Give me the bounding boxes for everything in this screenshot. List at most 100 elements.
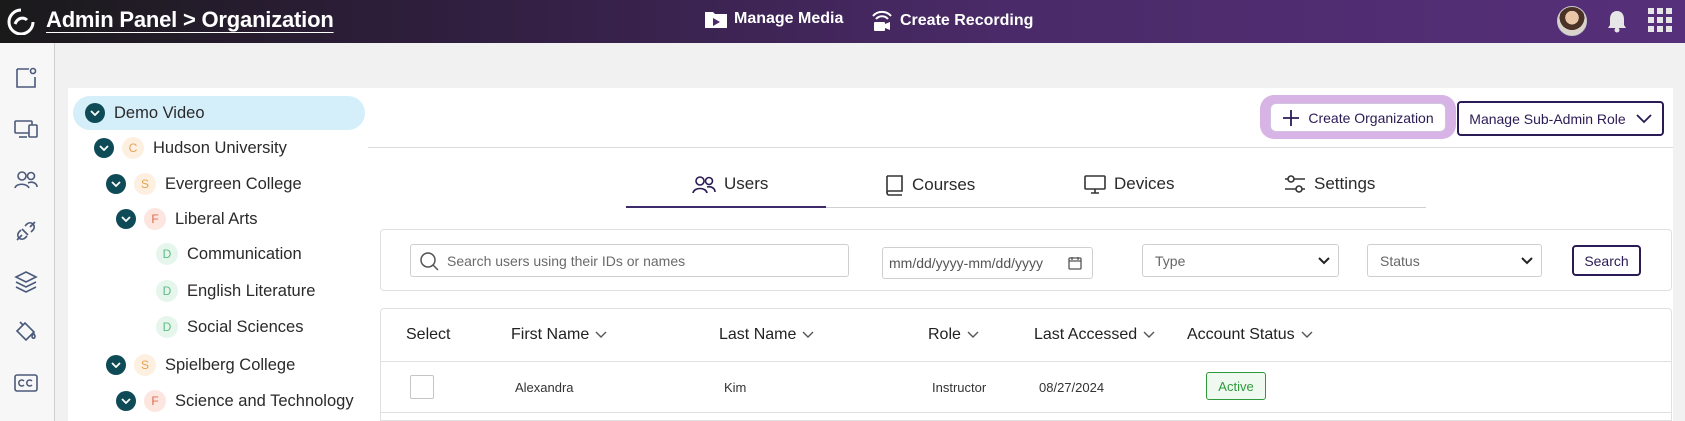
type-badge: C xyxy=(122,137,144,159)
search-field[interactable] xyxy=(410,244,849,277)
column-header-select: Select xyxy=(406,326,450,344)
tree-node-label: Science and Technology xyxy=(175,391,354,410)
tab-users[interactable]: Users xyxy=(692,174,768,194)
tree-node-spielberg-college[interactable]: S Spielberg College xyxy=(106,348,295,382)
type-select[interactable]: Type xyxy=(1142,244,1339,277)
search-button[interactable]: Search xyxy=(1572,245,1641,276)
chevron-down-icon[interactable] xyxy=(106,355,126,375)
tree-node-demo-video[interactable]: Demo Video xyxy=(73,96,365,130)
page-icon[interactable] xyxy=(13,65,39,91)
cell-first-name: Alexandra xyxy=(515,380,574,395)
date-range-field[interactable] xyxy=(882,247,1093,279)
layers-icon[interactable] xyxy=(13,269,39,295)
tab-courses[interactable]: Courses xyxy=(884,174,975,196)
column-header-last-accessed[interactable]: Last Accessed xyxy=(1034,326,1155,344)
book-icon xyxy=(886,175,903,196)
tree-node-liberal-arts[interactable]: F Liberal Arts xyxy=(116,202,258,236)
logo-icon[interactable] xyxy=(6,8,36,35)
column-header-label: Account Status xyxy=(1187,326,1295,343)
tree-node-hudson-university[interactable]: C Hudson University xyxy=(94,131,287,165)
create-recording-button[interactable]: Create Recording xyxy=(870,9,1033,33)
tree-node-evergreen-college[interactable]: S Evergreen College xyxy=(106,167,302,201)
search-input[interactable] xyxy=(447,252,837,269)
status-select-value: Status xyxy=(1380,252,1420,269)
chevron-down-icon[interactable] xyxy=(116,391,136,411)
column-header-label: Last Name xyxy=(719,326,797,343)
chevron-down-icon xyxy=(1301,331,1313,338)
manage-media-button[interactable]: Manage Media xyxy=(704,9,843,29)
column-header-role[interactable]: Role xyxy=(928,326,979,344)
avatar[interactable] xyxy=(1557,6,1587,36)
chevron-down-icon[interactable] xyxy=(116,209,136,229)
chevron-down-icon xyxy=(1521,256,1533,264)
left-rail xyxy=(0,43,55,421)
apps-grid-icon[interactable] xyxy=(1648,8,1672,32)
chevron-down-icon xyxy=(1318,256,1330,264)
calendar-icon[interactable] xyxy=(1068,256,1082,270)
plug-icon[interactable] xyxy=(13,218,39,244)
tree-node-communication[interactable]: D Communication xyxy=(156,237,302,271)
create-organization-label: Create Organization xyxy=(1308,109,1434,126)
row-divider xyxy=(381,412,1671,413)
type-badge: D xyxy=(156,280,178,302)
manage-sub-admin-role-label: Manage Sub-Admin Role xyxy=(1469,110,1626,127)
column-header-label: First Name xyxy=(511,326,590,343)
tab-settings[interactable]: Settings xyxy=(1284,174,1375,194)
type-badge: F xyxy=(144,208,166,230)
type-select-value: Type xyxy=(1155,252,1186,269)
tab-label: Courses xyxy=(912,175,976,194)
bucket-icon[interactable] xyxy=(13,320,39,346)
column-header-label: Select xyxy=(406,326,451,343)
tree-node-label: Communication xyxy=(187,244,302,263)
search-icon xyxy=(420,251,439,271)
top-bar: Admin Panel > Organization Manage Media … xyxy=(0,0,1685,43)
type-badge: D xyxy=(156,316,178,338)
table-header-divider xyxy=(381,361,1671,362)
tab-label: Users xyxy=(724,174,769,193)
chevron-down-icon xyxy=(1143,331,1155,338)
column-header-label: Role xyxy=(928,326,961,343)
type-badge: S xyxy=(134,354,156,376)
cell-last-accessed: 08/27/2024 xyxy=(1039,380,1105,395)
tree-node-label: Spielberg College xyxy=(165,355,296,374)
users-icon xyxy=(692,176,716,194)
devices-icon[interactable] xyxy=(13,116,39,142)
status-select[interactable]: Status xyxy=(1367,244,1542,277)
media-folder-icon xyxy=(705,12,727,28)
chevron-down-icon[interactable] xyxy=(94,138,114,158)
users-icon[interactable] xyxy=(13,167,39,193)
type-badge: F xyxy=(144,390,166,412)
app-title[interactable]: Admin Panel > Organization xyxy=(46,7,334,33)
column-header-account-status[interactable]: Account Status xyxy=(1187,326,1313,344)
row-select-checkbox[interactable] xyxy=(410,375,434,399)
create-organization-button[interactable]: Create Organization xyxy=(1270,103,1446,132)
cell-last-name: Kim xyxy=(724,380,747,395)
tree-node-science-and-technology[interactable]: F Science and Technology xyxy=(116,384,354,418)
tree-node-label: English Literature xyxy=(187,281,316,300)
tree-node-english-literature[interactable]: D English Literature xyxy=(156,274,315,308)
manage-sub-admin-role-button[interactable]: Manage Sub-Admin Role xyxy=(1457,101,1664,136)
captions-icon[interactable] xyxy=(13,370,39,396)
column-header-label: Last Accessed xyxy=(1034,326,1138,343)
tree-node-label: Hudson University xyxy=(153,138,287,157)
column-header-last-name[interactable]: Last Name xyxy=(719,326,814,344)
cell-role: Instructor xyxy=(932,380,987,395)
tab-label: Settings xyxy=(1314,174,1376,193)
tree-node-social-sciences[interactable]: D Social Sciences xyxy=(156,310,303,344)
chevron-down-icon xyxy=(595,331,607,338)
tree-node-label: Evergreen College xyxy=(165,174,302,193)
column-header-first-name[interactable]: First Name xyxy=(511,326,607,344)
bell-icon[interactable] xyxy=(1606,9,1628,33)
tab-devices[interactable]: Devices xyxy=(1084,174,1174,194)
chevron-down-icon[interactable] xyxy=(106,174,126,194)
plus-icon xyxy=(1283,109,1300,126)
create-recording-label: Create Recording xyxy=(900,12,1034,29)
date-range-input[interactable] xyxy=(889,255,1059,271)
tree-node-label: Social Sciences xyxy=(187,317,304,336)
chevron-down-icon xyxy=(802,331,814,338)
chevron-down-icon[interactable] xyxy=(85,103,105,123)
sliders-icon xyxy=(1285,175,1305,193)
type-badge: D xyxy=(156,243,178,265)
tab-label: Devices xyxy=(1114,174,1175,193)
monitor-icon xyxy=(1084,175,1106,194)
